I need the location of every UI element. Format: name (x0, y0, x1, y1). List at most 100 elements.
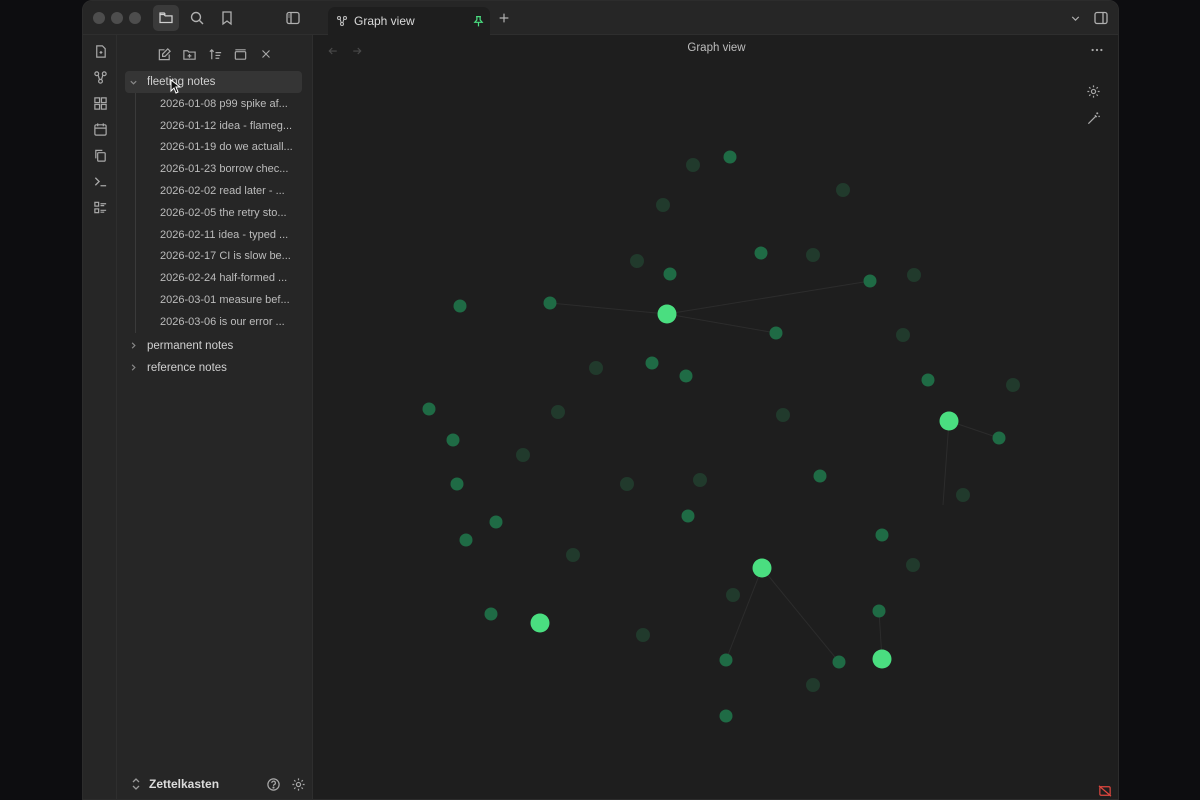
ribbon-terminal-button[interactable] (89, 170, 111, 192)
files-button[interactable] (153, 5, 179, 31)
graph-node-active[interactable] (657, 304, 677, 324)
help-button[interactable] (262, 773, 284, 795)
animate-graph-button[interactable] (1082, 107, 1104, 129)
graph-node-unresolved[interactable] (686, 158, 700, 172)
file-item[interactable]: 2026-02-24 half-formed ... (136, 267, 312, 289)
graph-node-active[interactable] (752, 558, 772, 578)
graph-node[interactable] (719, 653, 733, 667)
folder-fleeting-notes[interactable]: fleeting notes (125, 71, 302, 94)
folder-reference-notes[interactable]: reference notes (125, 357, 302, 379)
left-sidebar-toggle[interactable] (280, 5, 306, 31)
window-minimize-button[interactable] (111, 12, 123, 24)
graph-node[interactable] (543, 296, 557, 310)
graph-node-active[interactable] (530, 613, 550, 633)
graph-node[interactable] (453, 299, 467, 313)
graph-node[interactable] (921, 373, 935, 387)
bookmarks-button[interactable] (214, 5, 240, 31)
ribbon-graph-button[interactable] (89, 66, 111, 88)
window-close-button[interactable] (93, 12, 105, 24)
graph-node-unresolved[interactable] (896, 328, 910, 342)
graph-node[interactable] (484, 607, 498, 621)
graph-node[interactable] (719, 709, 733, 723)
graph-node[interactable] (875, 528, 889, 542)
file-item[interactable]: 2026-01-23 borrow chec... (136, 158, 312, 180)
graph-node-unresolved[interactable] (551, 405, 565, 419)
graph-node[interactable] (863, 274, 877, 288)
ribbon-list-button[interactable] (89, 196, 111, 218)
graph-node[interactable] (769, 326, 783, 340)
graph-node[interactable] (450, 477, 464, 491)
graph-settings-button[interactable] (1082, 80, 1104, 102)
file-item[interactable]: 2026-01-19 do we actuall... (136, 137, 312, 159)
graph-node-unresolved[interactable] (1006, 378, 1020, 392)
graph-node[interactable] (663, 267, 677, 281)
graph-node[interactable] (422, 402, 436, 416)
graph-node-unresolved[interactable] (956, 488, 970, 502)
graph-node[interactable] (681, 509, 695, 523)
file-item[interactable]: 2026-01-08 p99 spike af... (136, 93, 312, 115)
file-item[interactable]: 2026-02-02 read later - ... (136, 180, 312, 202)
search-button[interactable] (184, 5, 210, 31)
graph-node-active[interactable] (939, 411, 959, 431)
graph-node-active[interactable] (872, 649, 892, 669)
settings-button[interactable] (287, 773, 309, 795)
file-item[interactable]: 2026-02-05 the retry sto... (136, 202, 312, 224)
graph-node-unresolved[interactable] (566, 548, 580, 562)
close-explorer-button[interactable] (255, 43, 277, 65)
vault-name[interactable]: Zettelkasten (149, 777, 262, 791)
graph-node[interactable] (459, 533, 473, 547)
new-folder-button[interactable] (178, 43, 200, 65)
file-item[interactable]: 2026-02-11 idea - typed ... (136, 224, 312, 246)
ribbon-copy-button[interactable] (89, 144, 111, 166)
graph-view-pane[interactable]: Graph view (313, 35, 1119, 800)
folder-permanent-notes[interactable]: permanent notes (125, 335, 302, 357)
new-note-button[interactable] (153, 43, 175, 65)
graph-node-unresolved[interactable] (806, 678, 820, 692)
file-item[interactable]: 2026-03-01 measure bef... (136, 289, 312, 311)
sort-button[interactable] (204, 43, 226, 65)
tab-list-button[interactable] (1062, 5, 1088, 31)
ribbon-new-note-button[interactable] (89, 40, 111, 62)
graph-node-unresolved[interactable] (636, 628, 650, 642)
graph-node[interactable] (645, 356, 659, 370)
graph-node-unresolved[interactable] (906, 558, 920, 572)
file-item[interactable]: 2026-03-06 is our error ... (136, 311, 312, 333)
graph-node[interactable] (872, 604, 886, 618)
graph-node-unresolved[interactable] (806, 248, 820, 262)
graph-node[interactable] (754, 246, 768, 260)
vault-switch-icon[interactable] (131, 777, 141, 791)
file-item[interactable]: 2026-02-17 CI is slow be... (136, 246, 312, 268)
graph-node[interactable] (489, 515, 503, 529)
more-options-button[interactable] (1086, 39, 1108, 61)
tab-graph-view[interactable]: Graph view (328, 7, 490, 35)
graph-node-unresolved[interactable] (620, 477, 634, 491)
graph-node-unresolved[interactable] (776, 408, 790, 422)
chevron-down-icon (1071, 15, 1079, 21)
graph-node[interactable] (832, 655, 846, 669)
graph-node-unresolved[interactable] (630, 254, 644, 268)
right-sidebar-toggle[interactable] (1088, 5, 1114, 31)
ribbon-canvas-button[interactable] (89, 92, 111, 114)
sync-disabled-badge[interactable] (1096, 783, 1114, 799)
graph-canvas[interactable] (313, 35, 1119, 800)
window-zoom-button[interactable] (129, 12, 141, 24)
sort-icon (208, 48, 221, 59)
graph-node-unresolved[interactable] (516, 448, 530, 462)
tab-pin-button[interactable] (466, 15, 490, 28)
graph-node-unresolved[interactable] (907, 268, 921, 282)
graph-node[interactable] (992, 431, 1006, 445)
ribbon-calendar-button[interactable] (89, 118, 111, 140)
graph-node[interactable] (679, 369, 693, 383)
graph-node[interactable] (446, 433, 460, 447)
graph-node[interactable] (813, 469, 827, 483)
graph-node-unresolved[interactable] (656, 198, 670, 212)
graph-node-unresolved[interactable] (836, 183, 850, 197)
collapse-all-button[interactable] (229, 43, 251, 65)
file-label: 2026-01-08 p99 spike af... (160, 97, 288, 110)
file-item[interactable]: 2026-01-12 idea - flameg... (136, 115, 312, 137)
graph-node[interactable] (723, 150, 737, 164)
graph-node-unresolved[interactable] (589, 361, 603, 375)
graph-node-unresolved[interactable] (726, 588, 740, 602)
new-tab-button[interactable] (491, 5, 517, 31)
graph-node-unresolved[interactable] (693, 473, 707, 487)
